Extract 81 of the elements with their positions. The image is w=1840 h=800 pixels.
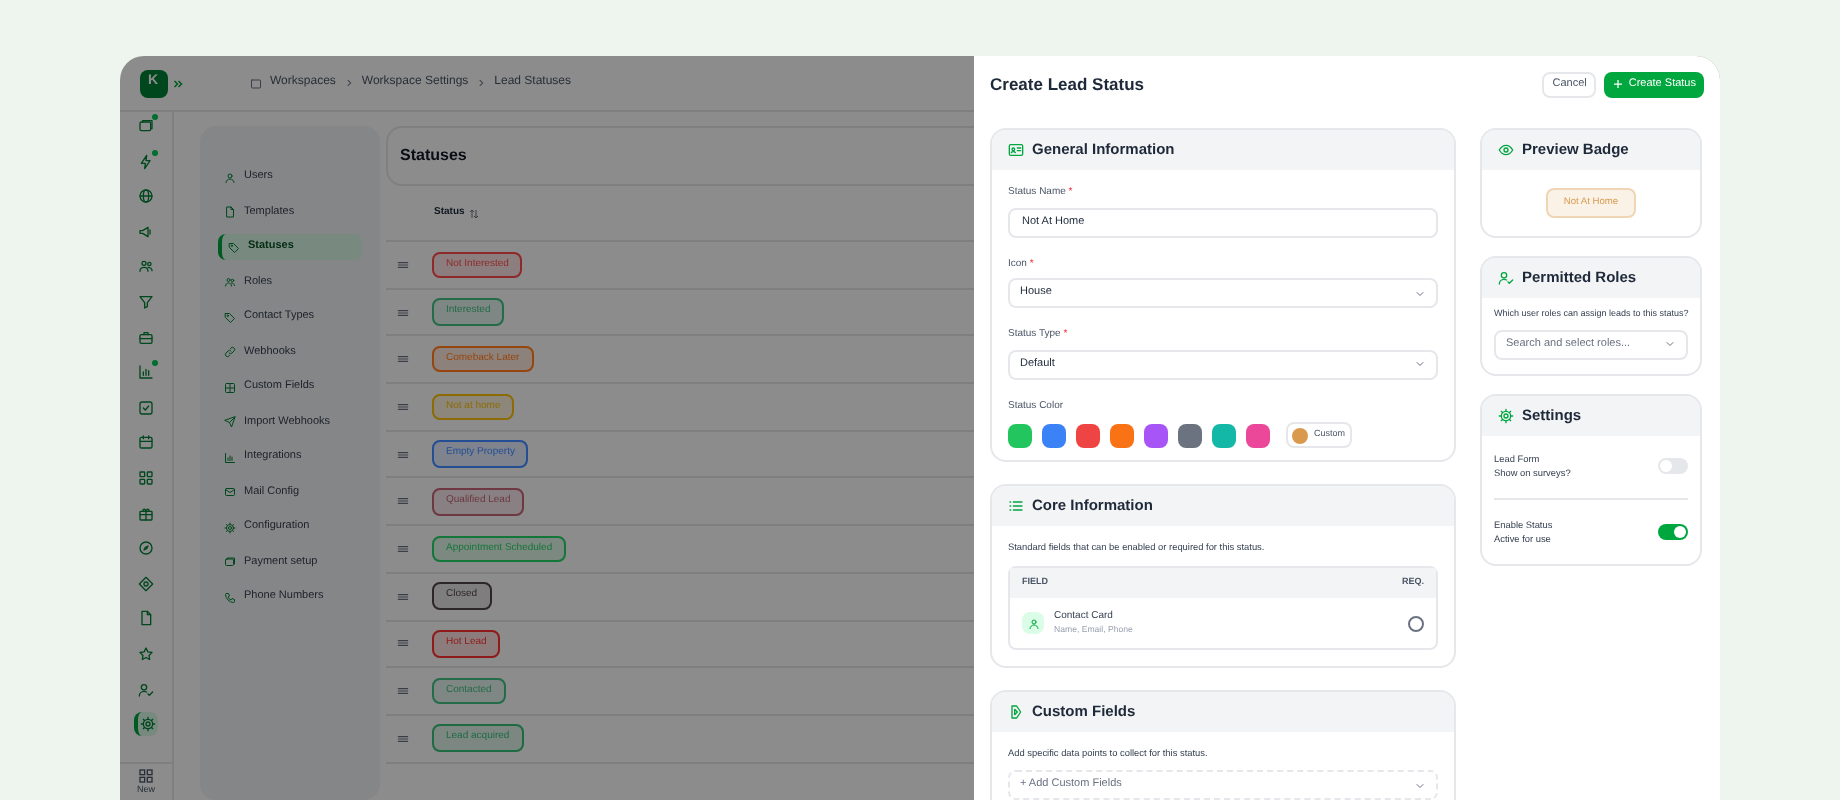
drag-handle-icon[interactable] — [396, 684, 410, 699]
drag-handle-icon[interactable] — [396, 589, 410, 604]
file-icon — [224, 206, 236, 218]
rail-item[interactable] — [134, 465, 158, 490]
plus-icon — [1612, 78, 1625, 90]
diamond-icon — [138, 575, 154, 592]
rail-item[interactable] — [134, 395, 158, 420]
color-swatch[interactable] — [1042, 423, 1066, 447]
calendar-icon — [138, 434, 154, 451]
filter-icon — [138, 293, 154, 310]
link-icon — [224, 346, 236, 358]
rail-item[interactable] — [134, 184, 158, 209]
color-swatch[interactable] — [1144, 423, 1168, 447]
rail-item-active[interactable] — [134, 712, 158, 737]
color-swatch[interactable] — [1246, 423, 1270, 447]
color-swatch[interactable] — [1110, 423, 1134, 447]
gear-icon — [224, 521, 236, 533]
user-icon — [1027, 617, 1039, 630]
chart-icon — [138, 364, 154, 381]
statuses-title: Statuses — [400, 144, 467, 168]
drag-handle-icon[interactable] — [396, 399, 410, 414]
drag-handle-icon[interactable] — [396, 257, 410, 272]
globe-icon — [138, 188, 154, 205]
user-icon — [224, 171, 236, 183]
list-icon — [1008, 498, 1024, 514]
rail-item[interactable] — [134, 430, 158, 455]
megaphone-icon — [138, 223, 154, 240]
drag-handle-icon[interactable] — [396, 305, 410, 320]
chevron-icon — [1414, 358, 1426, 370]
people-icon — [224, 276, 236, 288]
star-icon — [138, 645, 154, 662]
rail-item[interactable] — [134, 571, 158, 596]
drag-handle-icon[interactable] — [396, 636, 410, 651]
tag-icon — [228, 241, 240, 253]
rail-item[interactable] — [134, 536, 158, 561]
send-icon — [224, 416, 236, 428]
toggle-switch[interactable] — [1658, 458, 1688, 475]
card-icon — [224, 556, 236, 568]
panel-title: Create Lead Status — [990, 71, 1144, 97]
mail-icon — [224, 486, 236, 498]
color-swatch[interactable] — [1008, 423, 1032, 447]
eye-icon — [1498, 142, 1514, 158]
person-check-icon — [138, 681, 154, 697]
panel-icon — [250, 77, 262, 89]
toggle-switch[interactable] — [1658, 523, 1688, 540]
rail-item[interactable] — [134, 360, 158, 385]
grid-icon — [138, 469, 154, 486]
briefcase-icon — [138, 329, 154, 346]
gift-icon — [138, 505, 154, 522]
drag-handle-icon[interactable] — [396, 494, 410, 509]
gear-icon — [140, 716, 156, 733]
chevron-right-icon — [476, 78, 487, 88]
chart-icon — [224, 451, 236, 463]
drag-handle-icon[interactable] — [396, 731, 410, 746]
color-swatch[interactable] — [1178, 423, 1202, 447]
expand-icon[interactable] — [171, 77, 183, 89]
chevron-right-icon — [343, 78, 354, 88]
checkbox[interactable] — [1408, 615, 1424, 632]
id-card-icon — [1008, 142, 1024, 158]
table-icon — [224, 381, 236, 393]
drag-handle-icon[interactable] — [396, 541, 410, 556]
bolt-icon — [138, 153, 154, 170]
grid-icon[interactable] — [138, 768, 154, 785]
people-icon — [138, 258, 154, 275]
checkbox-icon — [138, 399, 154, 416]
color-swatch[interactable] — [1076, 423, 1100, 447]
person-check-icon — [1498, 270, 1514, 286]
card-icon — [138, 118, 154, 134]
chevron-icon — [1664, 338, 1676, 351]
phone-icon — [224, 591, 236, 603]
page-arrow-icon — [1008, 704, 1024, 721]
chevron-icon — [1414, 287, 1426, 299]
sort-icon[interactable] — [468, 207, 481, 219]
gear-icon — [1498, 407, 1514, 424]
color-swatch[interactable] — [1212, 423, 1236, 447]
drag-handle-icon[interactable] — [396, 352, 410, 367]
file-icon — [138, 610, 154, 627]
drag-handle-icon[interactable] — [396, 447, 410, 462]
tag-icon — [224, 311, 236, 323]
compass-icon — [138, 540, 154, 557]
chevron-icon — [1414, 779, 1426, 792]
